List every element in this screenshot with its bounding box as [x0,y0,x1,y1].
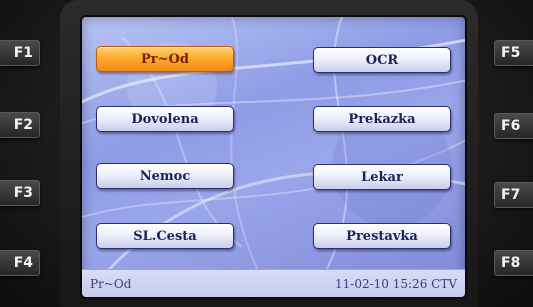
f3-key[interactable]: F3 [0,180,40,206]
lcd-screen: Pr~Od OCR Dovolena Prekazka Nemoc Lekar … [82,17,465,297]
f6-key[interactable]: F6 [494,113,533,139]
menu-button-lekar[interactable]: Lekar [313,164,451,190]
f1-key[interactable]: F1 [0,40,40,66]
f5-key[interactable]: F5 [494,40,533,66]
status-datetime: 11-02-10 15:26 CTV [335,276,457,291]
f4-key[interactable]: F4 [0,250,40,276]
menu-button-ocr[interactable]: OCR [313,47,451,73]
menu-button-nemoc[interactable]: Nemoc [96,163,234,189]
terminal-device: F1 F2 F3 F4 F5 F6 F7 F8 Pr~Od OCR Dovole… [0,0,533,307]
menu-button-prekazka[interactable]: Prekazka [313,106,451,132]
f7-key[interactable]: F7 [494,182,533,208]
menu-button-pr-od[interactable]: Pr~Od [96,46,234,72]
f8-key[interactable]: F8 [494,250,533,276]
menu-button-sl-cesta[interactable]: SL.Cesta [96,223,234,249]
menu-button-dovolena[interactable]: Dovolena [96,106,234,132]
status-mode: Pr~Od [90,276,132,291]
menu-button-prestavka[interactable]: Prestavka [313,223,451,249]
status-bar: Pr~Od 11-02-10 15:26 CTV [82,269,465,297]
f2-key[interactable]: F2 [0,112,40,138]
